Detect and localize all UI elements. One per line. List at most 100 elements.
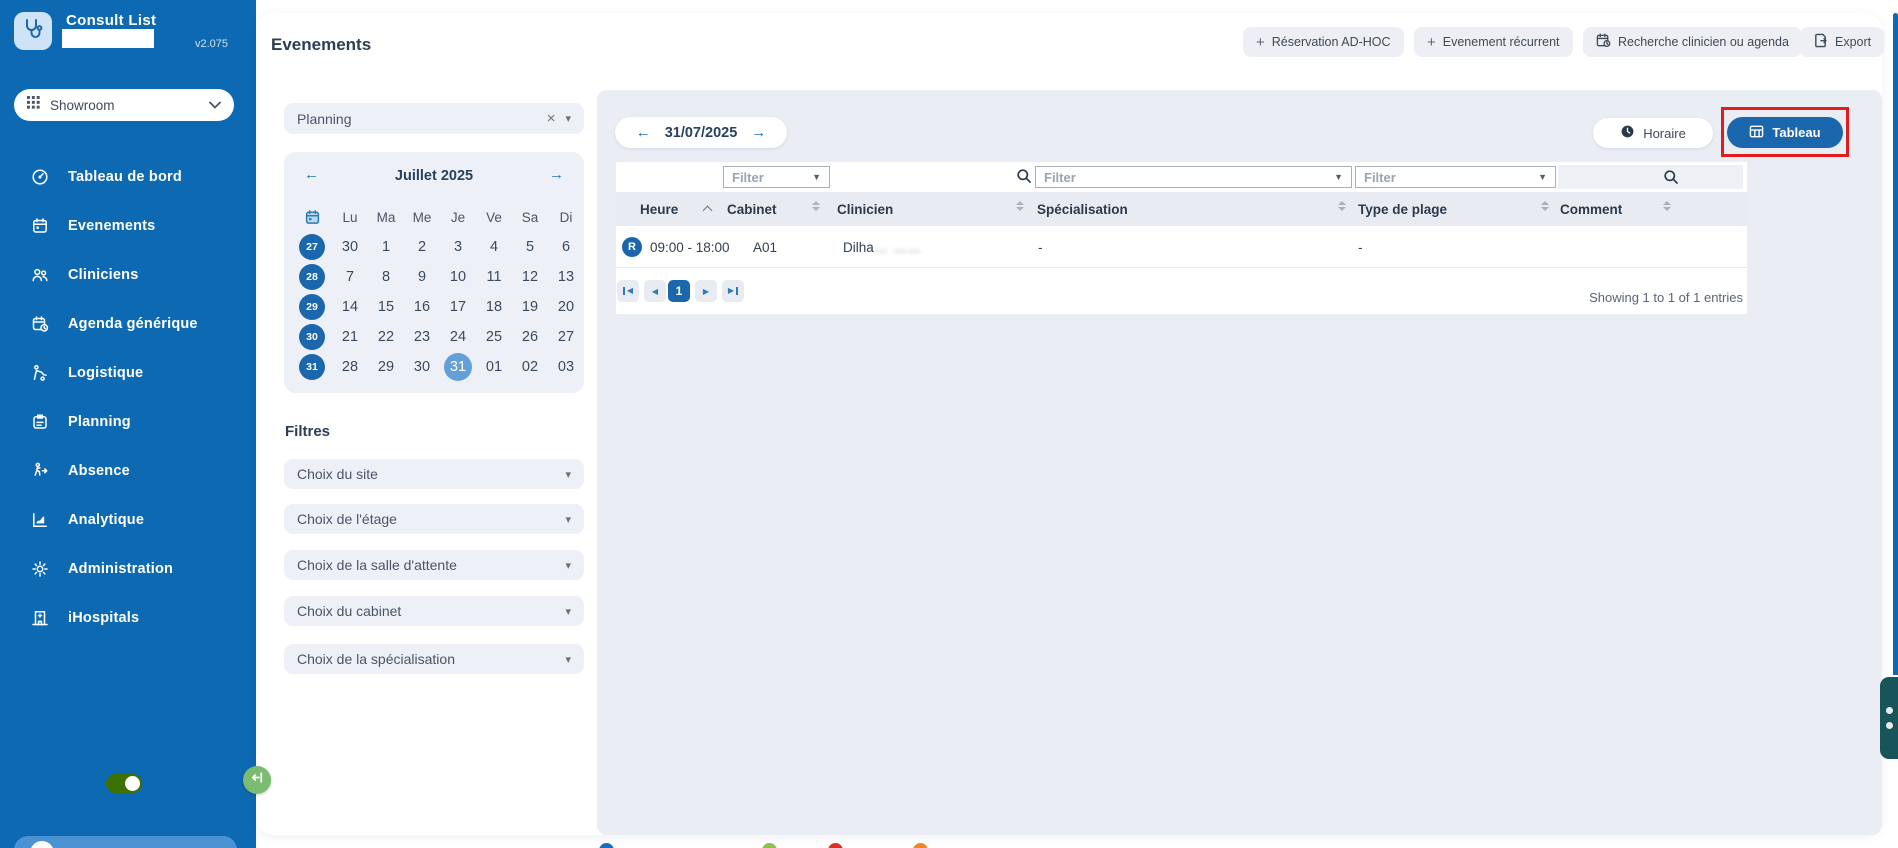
weekday-label: Ve xyxy=(486,209,502,225)
calendar-day[interactable]: 27 xyxy=(552,323,580,351)
reservation-adhoc-button[interactable]: + Réservation AD-HOC xyxy=(1243,27,1404,57)
prev-page-button[interactable]: ◀ xyxy=(644,280,666,302)
view-horaire-button[interactable]: Horaire xyxy=(1593,118,1713,148)
calendar-day[interactable]: 3 xyxy=(444,233,472,261)
logistics-icon xyxy=(31,364,49,382)
calendar-day[interactable]: 21 xyxy=(336,323,364,351)
calendar-day[interactable]: 29 xyxy=(372,353,400,381)
calendar-day[interactable]: 30 xyxy=(408,353,436,381)
app-logo[interactable] xyxy=(14,12,52,50)
calendar-day[interactable]: 26 xyxy=(516,323,544,351)
calendar-day[interactable]: 18 xyxy=(480,293,508,321)
column-header-cabinet[interactable]: Cabinet xyxy=(727,202,777,217)
calendar-day[interactable]: 1 xyxy=(372,233,400,261)
table-search-input[interactable] xyxy=(1558,165,1743,189)
agenda-select[interactable]: Planning × ▾ xyxy=(284,103,584,134)
calendar-day[interactable]: 30 xyxy=(336,233,364,261)
calendar-day[interactable]: 22 xyxy=(372,323,400,351)
calendar-day[interactable]: 4 xyxy=(480,233,508,261)
calendar-day[interactable]: 02 xyxy=(516,353,544,381)
calendar-day[interactable]: 11 xyxy=(480,263,508,291)
sidebar-item-absence[interactable]: Absence xyxy=(0,446,256,495)
calendar-day[interactable]: 20 xyxy=(552,293,580,321)
calendar-icon[interactable] xyxy=(292,209,332,226)
walking-person-icon xyxy=(31,462,49,480)
sidebar-item-evenements[interactable]: Evenements xyxy=(0,201,256,250)
calendar-week-row: 29 14 15 16 17 18 19 20 xyxy=(284,292,584,322)
calendar-day[interactable]: 7 xyxy=(336,263,364,291)
user-box[interactable] xyxy=(14,836,237,848)
calendar-day[interactable]: 2 xyxy=(408,233,436,261)
calendar-day[interactable]: 23 xyxy=(408,323,436,351)
filter-select-specialisation[interactable]: Choix de la spécialisation ▾ xyxy=(284,644,584,674)
last-page-button[interactable]: ▶ xyxy=(722,280,744,302)
sort-icon[interactable] xyxy=(1016,201,1024,211)
evenement-recurrent-button[interactable]: + Evenement récurrent xyxy=(1414,27,1573,57)
sidebar-toggle[interactable] xyxy=(106,774,142,793)
sort-icon[interactable] xyxy=(1663,201,1671,211)
sort-icon[interactable] xyxy=(1541,201,1549,211)
calendar-day[interactable]: 12 xyxy=(516,263,544,291)
calendar-day-selected[interactable]: 31 xyxy=(444,353,472,381)
next-day-button[interactable]: → xyxy=(751,124,766,141)
column-header-specialisation[interactable]: Spécialisation xyxy=(1037,202,1128,217)
sidebar-item-cliniciens[interactable]: Cliniciens xyxy=(0,250,256,299)
page-1-button[interactable]: 1 xyxy=(668,280,690,302)
filter-select-etage[interactable]: Choix de l'étage ▾ xyxy=(284,504,584,534)
calendar-day[interactable]: 16 xyxy=(408,293,436,321)
collapse-sidebar-button[interactable] xyxy=(243,766,271,794)
calendar-day[interactable]: 6 xyxy=(552,233,580,261)
search-icon[interactable] xyxy=(1016,168,1032,189)
sidebar-item-analytique[interactable]: Analytique xyxy=(0,495,256,544)
calendar-day[interactable]: 19 xyxy=(516,293,544,321)
calendar-day[interactable]: 01 xyxy=(480,353,508,381)
calendar-day[interactable]: 24 xyxy=(444,323,472,351)
clear-icon[interactable]: × xyxy=(547,110,556,127)
calendar-icon xyxy=(31,217,49,235)
calendar-day[interactable]: 15 xyxy=(372,293,400,321)
sort-icon[interactable] xyxy=(1338,201,1346,211)
sidebar-item-tableau-de-bord[interactable]: Tableau de bord xyxy=(0,152,256,201)
calendar-next-month-button[interactable]: → xyxy=(549,166,564,183)
recherche-clinicien-button[interactable]: Recherche clinicien ou agenda xyxy=(1583,27,1802,57)
calendar-day[interactable]: 28 xyxy=(336,353,364,381)
calendar-day[interactable]: 03 xyxy=(552,353,580,381)
first-page-button[interactable]: ◀ xyxy=(617,280,639,302)
column-header-type-de-plage[interactable]: Type de plage xyxy=(1358,202,1447,217)
workspace-select[interactable]: Showroom xyxy=(14,89,234,121)
specialisation-filter-dropdown[interactable]: Filter ▼ xyxy=(1355,166,1556,188)
sidebar-item-agenda-generique[interactable]: Agenda générique xyxy=(0,299,256,348)
calendar-day[interactable]: 14 xyxy=(336,293,364,321)
cell-heure: 09:00 - 18:00 xyxy=(650,240,730,255)
sidebar-item-administration[interactable]: Administration xyxy=(0,544,256,593)
column-header-comment[interactable]: Comment xyxy=(1560,202,1622,217)
table-row[interactable]: R 09:00 - 18:00 A01 Dilha… …… - - xyxy=(616,226,1747,268)
sort-icon[interactable] xyxy=(812,201,820,211)
calendar-day[interactable]: 8 xyxy=(372,263,400,291)
export-button[interactable]: Export xyxy=(1800,27,1885,57)
clinicien-filter-dropdown[interactable]: Filter ▼ xyxy=(1035,166,1352,188)
sort-asc-icon[interactable] xyxy=(702,205,713,216)
calendar-day[interactable]: 13 xyxy=(552,263,580,291)
filter-select-cabinet[interactable]: Choix du cabinet ▾ xyxy=(284,596,584,626)
view-tableau-button[interactable]: Tableau xyxy=(1727,117,1843,148)
column-header-heure[interactable]: Heure xyxy=(640,202,678,217)
toggle-knob xyxy=(125,776,140,791)
calendar-day[interactable]: 25 xyxy=(480,323,508,351)
filter-select-salle-attente[interactable]: Choix de la salle d'attente ▾ xyxy=(284,550,584,580)
calendar-day[interactable]: 9 xyxy=(408,263,436,291)
calendar-day[interactable]: 17 xyxy=(444,293,472,321)
calendar-week-row: 31 28 29 30 31 01 02 03 xyxy=(284,352,584,382)
prev-day-button[interactable]: ← xyxy=(636,124,651,141)
cabinet-filter-dropdown[interactable]: Filter ▼ xyxy=(723,166,830,188)
sidebar-item-ihospitals[interactable]: iHospitals xyxy=(0,593,256,642)
column-header-clinicien[interactable]: Clinicien xyxy=(837,202,893,217)
calendar-day[interactable]: 5 xyxy=(516,233,544,261)
sidebar-item-logistique[interactable]: Logistique xyxy=(0,348,256,397)
help-widget[interactable] xyxy=(1880,677,1898,759)
sidebar-item-planning[interactable]: Planning xyxy=(0,397,256,446)
scrollbar-thumb[interactable] xyxy=(1893,13,1898,675)
next-page-button[interactable]: ▶ xyxy=(695,280,717,302)
calendar-day[interactable]: 10 xyxy=(444,263,472,291)
filter-select-site[interactable]: Choix du site ▾ xyxy=(284,459,584,489)
